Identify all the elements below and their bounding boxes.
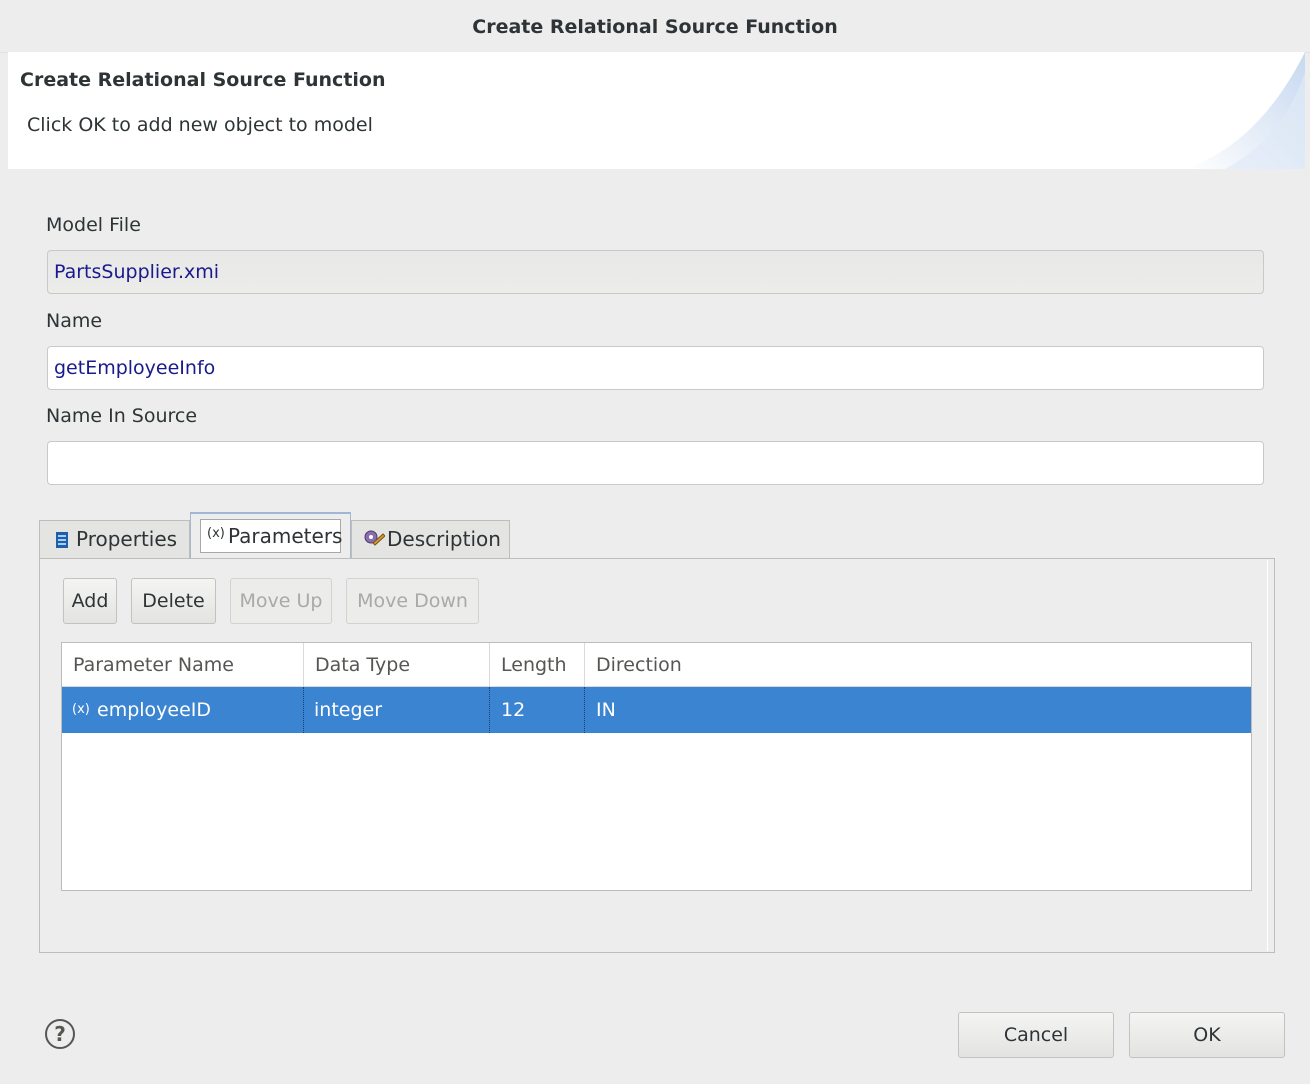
tab-parameters[interactable]: (x) Parameters	[190, 512, 351, 560]
model-file-value: PartsSupplier.xmi	[54, 261, 220, 283]
banner-decoration-icon	[1185, 52, 1305, 169]
move-up-button[interactable]: Move Up	[230, 578, 332, 624]
tab-description-label: Description	[387, 527, 501, 551]
parameter-name-value: employeeID	[97, 699, 212, 721]
name-value: getEmployeeInfo	[54, 357, 216, 379]
parameter-icon: (x)	[72, 702, 90, 717]
wizard-banner: Create Relational Source Function Click …	[8, 52, 1305, 169]
cell-data-type: integer	[304, 687, 490, 733]
cancel-button[interactable]: Cancel	[958, 1012, 1114, 1058]
tab-properties[interactable]: Properties	[39, 520, 190, 558]
parameter-icon: (x)	[207, 526, 225, 541]
cell-direction: IN	[596, 699, 616, 721]
ok-button[interactable]: OK	[1129, 1012, 1285, 1058]
name-label: Name	[46, 310, 103, 332]
window-title: Create Relational Source Function	[472, 16, 838, 38]
tab-properties-label: Properties	[76, 527, 178, 551]
window-titlebar: Create Relational Source Function	[0, 0, 1310, 53]
tab-parameters-label: Parameters	[228, 524, 343, 548]
properties-icon	[56, 532, 68, 548]
delete-button[interactable]: Delete	[131, 578, 216, 624]
cell-length: 12	[490, 687, 585, 733]
help-icon[interactable]: ?	[45, 1019, 75, 1049]
banner-heading: Create Relational Source Function	[20, 69, 386, 91]
name-field[interactable]: getEmployeeInfo	[47, 346, 1264, 390]
name-in-source-label: Name In Source	[46, 405, 198, 427]
add-button[interactable]: Add	[63, 578, 117, 624]
table-row[interactable]: (x) employeeID integer 12 IN	[62, 687, 1251, 733]
column-header-direction[interactable]: Direction	[585, 643, 1251, 687]
banner-message: Click OK to add new object to model	[27, 114, 373, 136]
parameters-table[interactable]: Parameter Name Data Type Length Directio…	[61, 642, 1252, 891]
column-header-data-type[interactable]: Data Type	[304, 643, 490, 687]
cell-parameter-name: (x) employeeID	[62, 687, 304, 733]
description-icon	[364, 530, 385, 546]
column-header-length[interactable]: Length	[490, 643, 585, 687]
name-in-source-field[interactable]	[47, 441, 1264, 485]
model-file-field: PartsSupplier.xmi	[47, 250, 1264, 294]
tab-description[interactable]: Description	[351, 520, 510, 558]
column-header-parameter-name[interactable]: Parameter Name	[62, 643, 304, 687]
move-down-button[interactable]: Move Down	[346, 578, 479, 624]
model-file-label: Model File	[46, 214, 141, 236]
